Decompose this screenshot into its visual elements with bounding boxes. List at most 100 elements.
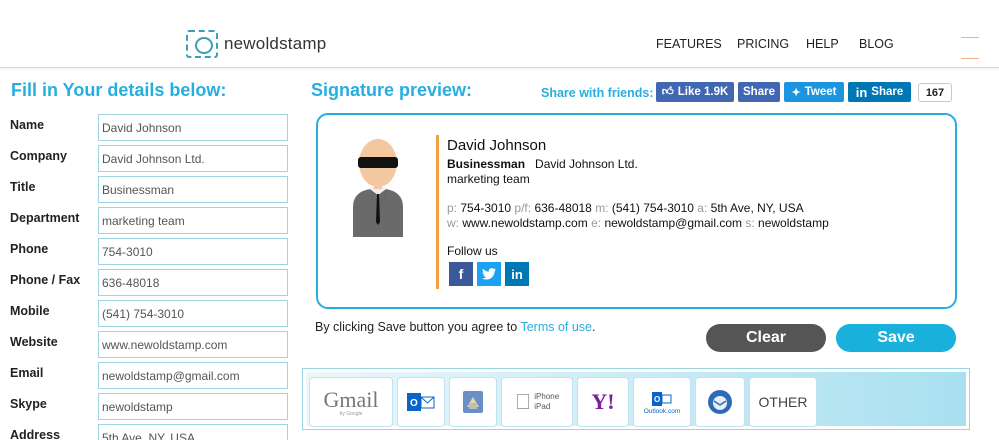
title-input[interactable]: Businessman [98, 176, 288, 203]
phone-label: Phone [10, 242, 49, 256]
outlook-com-icon: O [652, 391, 672, 406]
company-field-row: Company David Johnson Ltd. [10, 145, 290, 172]
client-outlook[interactable]: O [397, 377, 445, 427]
department-label: Department [10, 211, 80, 225]
logo-text: newoldstamp [224, 34, 327, 53]
linkedin-share-count: 167 [918, 83, 952, 102]
signature-fax: 636-48018 [534, 201, 592, 215]
tweet-label: Tweet [804, 86, 837, 98]
follow-us-label: Follow us [447, 244, 498, 258]
nav-features[interactable]: FEATURES [656, 37, 722, 51]
client-other[interactable]: OTHER [749, 377, 817, 427]
corner-decoration [961, 37, 979, 59]
title-label: Title [10, 180, 36, 194]
apple-icon:  [515, 389, 532, 415]
clear-button[interactable]: Clear [706, 324, 826, 352]
iphone-label: iPhone [526, 392, 559, 401]
facebook-icon[interactable]: f [449, 262, 473, 286]
linkedin-share-label: Share [871, 86, 904, 98]
agreement-text: By clicking Save button you agree to Ter… [315, 320, 596, 334]
phone-prefix: p: [447, 201, 458, 215]
avatar [353, 139, 403, 237]
website-field-row: Website www.newoldstamp.com [10, 331, 290, 358]
signature-preview-box: David Johnson Businessman David Johnson … [316, 113, 957, 309]
yahoo-logo-text: Y! [591, 389, 615, 414]
agreement-prefix: By clicking Save button you agree to [315, 320, 521, 334]
signature-company: David Johnson Ltd. [535, 157, 638, 171]
signature-mobile: (541) 754-3010 [611, 201, 694, 215]
skype-prefix: s: [745, 216, 755, 230]
name-input[interactable]: David Johnson [98, 114, 288, 141]
thunderbird-icon [708, 390, 732, 414]
signature-divider [436, 135, 439, 289]
skype-input[interactable]: newoldstamp [98, 393, 288, 420]
gmail-subtitle: by Google [339, 411, 363, 417]
name-label: Name [10, 118, 45, 132]
ipad-label: iPad [526, 402, 550, 411]
nav-help[interactable]: HELP [806, 37, 839, 51]
client-thunderbird[interactable] [695, 377, 745, 427]
address-input[interactable]: 5th Ave, NY, USA [98, 424, 288, 440]
phone-input[interactable]: 754-3010 [98, 238, 288, 265]
client-yahoo[interactable]: Y! [577, 377, 629, 427]
phone-field-row: Phone 754-3010 [10, 238, 290, 265]
client-outlook-com[interactable]: O Outlook.com [633, 377, 691, 427]
email-field-row: Email newoldstamp@gmail.com [10, 362, 290, 389]
company-label: Company [10, 149, 67, 163]
fax-prefix: p/f: [514, 201, 532, 215]
mobile-label: Mobile [10, 304, 50, 318]
skype-label: Skype [10, 397, 47, 411]
nav-blog[interactable]: BLOG [859, 37, 894, 51]
address-label: Address [10, 428, 61, 440]
share-label: Share with friends: [541, 86, 654, 100]
terms-of-use-link[interactable]: Terms of use [520, 320, 592, 334]
agreement-suffix: . [592, 320, 596, 334]
company-input[interactable]: David Johnson Ltd. [98, 145, 288, 172]
signature-name: David Johnson [447, 137, 547, 154]
email-input[interactable]: newoldstamp@gmail.com [98, 362, 288, 389]
apple-mail-icon [463, 391, 483, 413]
svg-text:O: O [410, 398, 418, 409]
signature-skype: newoldstamp [758, 216, 829, 230]
signature-address: 5th Ave, NY, USA [710, 201, 804, 215]
website-label: Website [10, 335, 58, 349]
twitter-icon[interactable] [477, 262, 501, 286]
website-input[interactable]: www.newoldstamp.com [98, 331, 288, 358]
email-label: Email [10, 366, 44, 380]
preview-title: Signature preview: [311, 80, 473, 100]
address-prefix: a: [697, 201, 708, 215]
tweet-button[interactable]: ✦ Tweet [784, 82, 844, 102]
client-iphone-ipad[interactable]:  iPhone iPad [501, 377, 573, 427]
fax-input[interactable]: 636-48018 [98, 269, 288, 296]
logo[interactable]: newoldstamp [186, 30, 326, 58]
signature-department: marketing team [447, 172, 530, 186]
stamp-logo-icon [186, 30, 218, 58]
form-title: Fill in Your details below: [11, 80, 227, 100]
fax-field-row: Phone / Fax 636-48018 [10, 269, 290, 296]
linkedin-icon[interactable]: in [505, 262, 529, 286]
signature-phone: 754-3010 [460, 201, 512, 215]
fax-label: Phone / Fax [10, 273, 81, 287]
save-button[interactable]: Save [836, 324, 956, 352]
mobile-prefix: m: [595, 201, 609, 215]
linkedin-share-button[interactable]: in Share [848, 82, 911, 102]
top-navigation-bar: newoldstamp FEATURES PRICING HELP BLOG [0, 0, 999, 68]
facebook-share-button[interactable]: Share [738, 82, 780, 102]
signature-email[interactable]: newoldstamp@gmail.com [604, 216, 742, 230]
signature-website[interactable]: www.newoldstamp.com [462, 216, 587, 230]
address-field-row: Address 5th Ave, NY, USA [10, 424, 290, 440]
gmail-logo-text: Gmail [323, 387, 379, 412]
client-gmail[interactable]: Gmail by Google [309, 377, 393, 427]
thumbs-up-icon: 👍︎ [661, 86, 674, 98]
client-apple-mail[interactable] [449, 377, 497, 427]
svg-text:O: O [654, 395, 660, 404]
website-prefix: w: [447, 216, 459, 230]
nav-pricing[interactable]: PRICING [737, 37, 789, 51]
department-input[interactable]: marketing team [98, 207, 288, 234]
outlook-icon: O [407, 393, 435, 411]
email-client-selector: Gmail by Google O  iPhone iPad Y! O Out… [302, 368, 970, 430]
twitter-bird-icon: ✦ [791, 86, 801, 99]
facebook-like-label: Like 1.9K [677, 86, 729, 98]
mobile-input[interactable]: (541) 754-3010 [98, 300, 288, 327]
facebook-like-button[interactable]: 👍︎ Like 1.9K [656, 82, 734, 102]
